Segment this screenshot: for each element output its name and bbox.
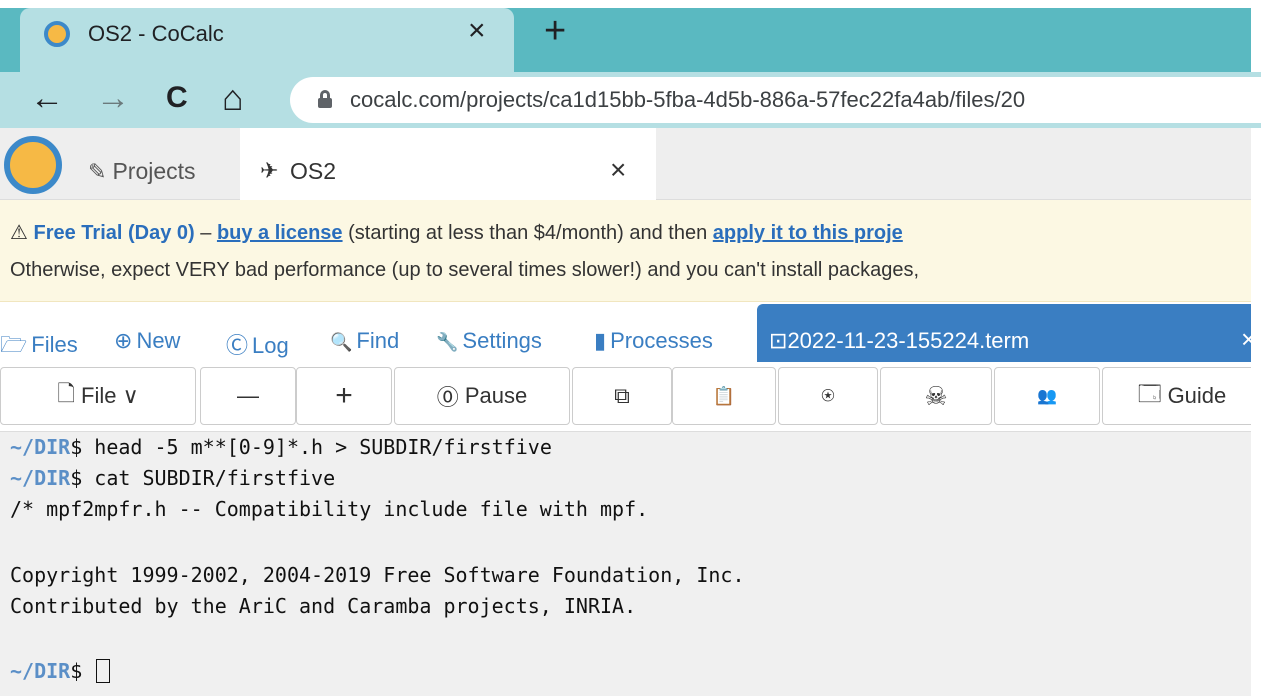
rocket-icon: ⍟ (821, 383, 835, 408)
page-right-edge (1251, 128, 1261, 696)
projects-label: Projects (112, 158, 196, 184)
terminal-command: $ (70, 659, 95, 683)
pause-label: Pause (464, 383, 528, 408)
project-tab-close-icon[interactable]: × (610, 156, 626, 184)
warning-icon: ⚠ (10, 222, 28, 244)
paste-icon: 📋 (712, 385, 736, 406)
tab-files-label: Files (31, 332, 78, 357)
folder-icon: 🗁 (0, 332, 28, 357)
file-icon: 🗋 (57, 381, 76, 406)
terminal-line: Copyright 1999-2002, 2004-2019 Free Soft… (10, 563, 745, 587)
browser-tab-title: OS2 - CoCalc (88, 21, 224, 46)
terminal-line: /* mpf2mpfr.h -- Compatibility include f… (10, 497, 649, 521)
search-icon: 🔍 (330, 332, 353, 352)
browser-tabstrip: OS2 - CoCalc × + (0, 0, 1261, 72)
increase-font-button[interactable]: + (296, 367, 392, 425)
reload-button[interactable]: C (166, 78, 188, 118)
users-icon: 👥 (1037, 388, 1057, 405)
projects-nav-item[interactable]: ✎ Projects (88, 158, 196, 185)
terminal-prompt: ~/DIR (10, 466, 71, 490)
tab-log-label: Log (252, 333, 289, 358)
cocalc-logo-icon[interactable] (4, 136, 62, 194)
project-tab-title: OS2 (290, 158, 337, 184)
new-tab-button[interactable]: + (544, 12, 566, 50)
copy-icon: ⧉ (614, 383, 630, 408)
file-menu-label: File ∨ (81, 383, 139, 408)
paste-button[interactable]: 📋 (672, 367, 776, 425)
copy-button[interactable]: ⧉ (572, 367, 672, 425)
forward-button[interactable]: → (96, 78, 130, 118)
terminal-tab-filename: 2022-11-23-155224.term (787, 328, 1030, 353)
processes-icon: ▮ (594, 328, 607, 353)
url-text[interactable]: cocalc.com/projects/ca1d15bb-5fba-4d5b-8… (350, 87, 1025, 113)
tab-processes[interactable]: ▮ Processes (594, 328, 713, 354)
pause-button[interactable]: ⓪ Pause (394, 367, 570, 425)
terminal-command: $ head -5 m**[0-9]*.h > SUBDIR/firstfive (70, 435, 552, 459)
browser-navbar: ← → C ⌂ cocalc.com/projects/ca1d15bb-5fb… (0, 72, 1261, 128)
address-bar[interactable]: cocalc.com/projects/ca1d15bb-5fba-4d5b-8… (290, 77, 1261, 123)
banner-line-1: ⚠ Free Trial (Day 0) – buy a license (st… (10, 220, 903, 245)
cocalc-favicon-icon (44, 21, 70, 47)
free-trial-label: Free Trial (Day 0) (33, 222, 195, 244)
terminal-prompt: ~/DIR (10, 435, 71, 459)
home-button[interactable]: ⌂ (222, 78, 244, 118)
project-tab-os2[interactable]: ✈ OS2 × (240, 128, 656, 200)
tab-processes-label: Processes (610, 328, 713, 353)
terminal-command: $ cat SUBDIR/firstfive (70, 466, 336, 490)
pause-icon: ⓪ (436, 385, 459, 410)
skull-icon: ☠ (924, 380, 948, 411)
guide-icon: 🗔 (1137, 381, 1162, 406)
project-icon: ✈ (260, 158, 279, 183)
terminal-toolbar: 🗋 File ∨ — + ⓪ Pause ⧉ 📋 ⍟ ☠ 👥 🗔 Guide (0, 362, 1261, 432)
terminal-prompt: ~/DIR (10, 659, 71, 683)
plus-circle-icon: ⊕ (114, 328, 133, 353)
buy-license-link[interactable]: buy a license (217, 222, 343, 244)
tab-close-icon[interactable]: × (468, 16, 486, 46)
cocalc-top-nav: ✎ Projects ✈ OS2 × (0, 128, 1251, 200)
terminal-line: ~/DIR$ cat SUBDIR/firstfive (10, 465, 335, 491)
wrench-icon: 🔧 (436, 332, 459, 352)
back-button[interactable]: ← (30, 78, 64, 118)
terminal-line: Contributed by the AriC and Caramba proj… (10, 594, 637, 618)
tab-new[interactable]: ⊕ New (114, 328, 180, 354)
terminal-tab-title: ⊡2022-11-23-155224.term (769, 328, 1029, 354)
banner-dash: – (194, 222, 217, 244)
history-icon: Ⓒ (226, 333, 249, 358)
tab-terminal-file[interactable]: ⊡2022-11-23-155224.term × (757, 304, 1261, 362)
restart-button[interactable]: ⍟ (778, 367, 878, 425)
terminal-line: ~/DIR$ (10, 658, 111, 684)
lock-icon (318, 90, 332, 108)
terminal-output[interactable]: ~/DIR$ head -5 m**[0-9]*.h > SUBDIR/firs… (0, 432, 1251, 696)
terminal-cursor (96, 659, 111, 683)
kill-button[interactable]: ☠ (880, 367, 992, 425)
pencil-icon: ✎ (88, 159, 107, 184)
tab-new-label: New (136, 328, 181, 353)
decrease-font-button[interactable]: — (200, 367, 296, 425)
terminal-line: ~/DIR$ head -5 m**[0-9]*.h > SUBDIR/firs… (10, 434, 552, 460)
apply-license-link[interactable]: apply it to this proje (713, 222, 903, 244)
tab-files[interactable]: 🗁 Files (0, 328, 78, 366)
tab-settings-label: Settings (462, 328, 542, 353)
tab-log[interactable]: Ⓒ Log (226, 328, 289, 360)
tab-find-label: Find (356, 328, 400, 353)
guide-label: Guide (1167, 383, 1227, 408)
file-menu-button[interactable]: 🗋 File ∨ (0, 367, 196, 425)
banner-line-2: Otherwise, expect VERY bad performance (… (10, 259, 920, 281)
terminal-icon: ⊡ (769, 328, 788, 353)
kick-users-button[interactable]: 👥 (994, 367, 1100, 425)
trial-banner: ⚠ Free Trial (Day 0) – buy a license (st… (0, 200, 1251, 302)
tab-settings[interactable]: 🔧 Settings (436, 328, 542, 354)
guide-button[interactable]: 🗔 Guide (1102, 367, 1261, 425)
tab-find[interactable]: 🔍 Find (330, 328, 399, 354)
banner-middle-text: (starting at less than $4/month) and the… (342, 222, 713, 244)
